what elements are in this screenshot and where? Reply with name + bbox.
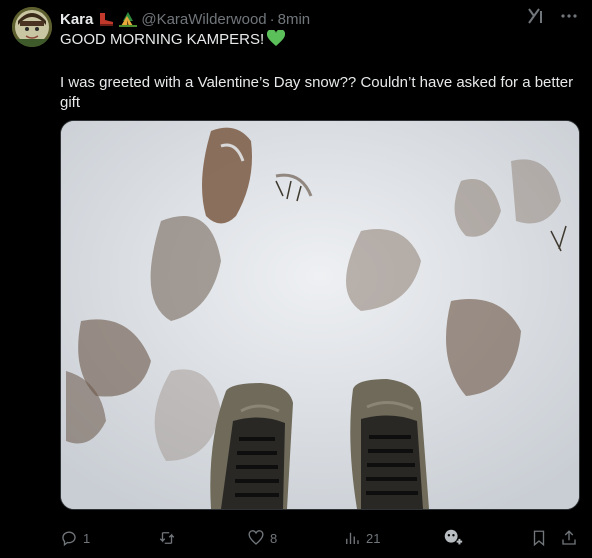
avatar[interactable] xyxy=(12,7,52,47)
views-button[interactable]: 21 xyxy=(343,529,380,547)
reply-button[interactable]: 1 xyxy=(60,529,90,547)
tweet-actions: 1 8 21 xyxy=(60,526,578,550)
tweet-line-1-text: GOOD MORNING KAMPERS! xyxy=(60,31,265,48)
top-actions xyxy=(526,6,578,29)
bookmark-button[interactable] xyxy=(530,529,548,547)
views-icon xyxy=(346,532,359,544)
grok-analyze-icon xyxy=(444,529,463,545)
grok-analyze-button[interactable] xyxy=(442,527,464,549)
green-heart-emoji xyxy=(267,29,286,53)
author-handle[interactable]: @KaraWilderwood xyxy=(141,11,266,28)
share-button[interactable] xyxy=(560,529,578,547)
reply-icon xyxy=(62,531,76,547)
repost-button[interactable] xyxy=(158,529,181,547)
tweet-header: Kara @KaraWilderwood · 8min xyxy=(60,9,580,29)
grok-icon[interactable] xyxy=(526,6,546,29)
tweet-line-1: GOOD MORNING KAMPERS! xyxy=(60,29,580,53)
repost-icon xyxy=(159,532,175,544)
boot-emoji xyxy=(97,11,115,27)
right-boot xyxy=(350,379,429,509)
like-button[interactable]: 8 xyxy=(247,529,277,547)
left-boot xyxy=(210,383,293,509)
like-count: 8 xyxy=(270,530,278,546)
share-icon xyxy=(562,530,576,545)
author-name[interactable]: Kara xyxy=(60,11,93,28)
tweet-line-2: I was greeted with a Valentine’s Day sno… xyxy=(60,74,574,111)
more-icon[interactable] xyxy=(560,7,578,28)
snow-boots-photo xyxy=(61,121,579,509)
tweet-text: GOOD MORNING KAMPERS! I was greeted with… xyxy=(60,29,580,113)
bookmark-icon xyxy=(533,530,545,547)
heart-icon xyxy=(248,530,264,545)
camping-emoji xyxy=(119,11,138,27)
reply-count: 1 xyxy=(83,530,91,546)
tweet-photo[interactable] xyxy=(60,120,580,510)
timestamp[interactable]: 8min xyxy=(278,11,311,28)
views-count: 21 xyxy=(366,530,381,546)
separator-dot: · xyxy=(269,10,275,28)
